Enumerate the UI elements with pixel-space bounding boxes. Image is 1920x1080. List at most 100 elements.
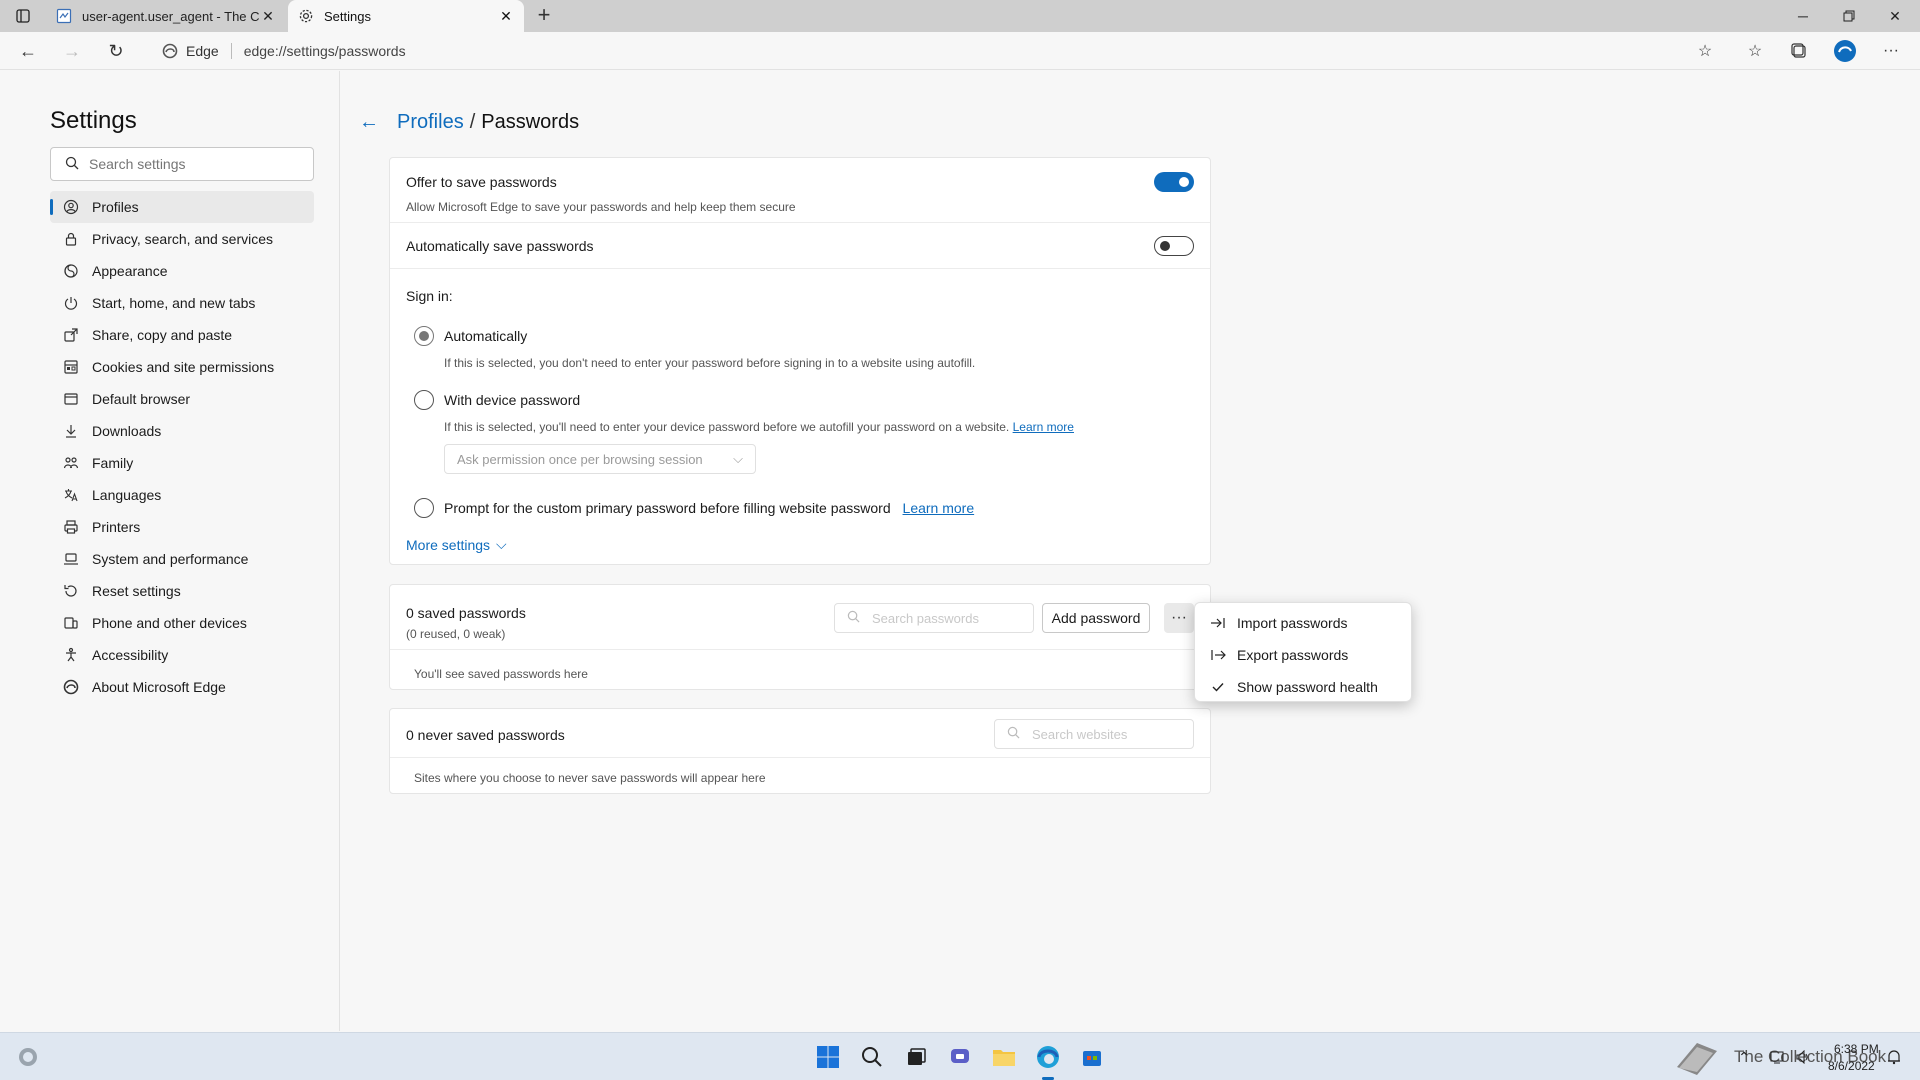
back-arrow-icon[interactable]: ← (359, 111, 379, 134)
more-actions-button[interactable]: ··· (1164, 603, 1194, 633)
network-icon[interactable] (1764, 1043, 1792, 1071)
import-icon (1207, 617, 1229, 629)
sidebar-item-downloads[interactable]: Downloads (50, 415, 314, 447)
search-websites-box[interactable]: Search websites (994, 719, 1194, 749)
radio-automatically-desc: If this is selected, you don't need to e… (444, 356, 976, 370)
sidebar-item-label: Default browser (92, 391, 191, 407)
download-icon (62, 422, 80, 440)
minimize-icon[interactable]: ─ (1780, 0, 1826, 32)
add-password-button[interactable]: Add password (1042, 603, 1150, 633)
task-view-icon[interactable] (902, 1043, 930, 1071)
sidebar-item-phone[interactable]: Phone and other devices (50, 607, 314, 639)
window-close-icon[interactable]: ✕ (1872, 0, 1918, 32)
offer-save-desc: Allow Microsoft Edge to save your passwo… (406, 200, 796, 214)
export-icon (1207, 649, 1229, 661)
menu-item-label: Export passwords (1237, 647, 1349, 663)
never-saved-title: 0 never saved passwords (406, 727, 565, 743)
sidebar-item-languages[interactable]: Languages (50, 479, 314, 511)
url-text[interactable]: edge://settings/passwords (244, 43, 406, 59)
sidebar-item-profiles[interactable]: Profiles (50, 191, 314, 223)
gear-icon (298, 8, 314, 24)
menu-export-passwords[interactable]: Export passwords (1195, 639, 1411, 671)
sidebar-item-label: Reset settings (92, 583, 181, 599)
tab-actions-button[interactable] (10, 6, 36, 26)
more-options-icon[interactable]: ··· (1876, 38, 1906, 64)
radio-custom-primary-label: Prompt for the custom primary password b… (444, 500, 974, 516)
profile-avatar-icon[interactable] (1830, 38, 1860, 64)
clock-time[interactable]: 6:38 PM (1834, 1042, 1879, 1056)
search-passwords-placeholder: Search passwords (872, 610, 979, 626)
appearance-icon (62, 262, 80, 280)
sign-in-label: Sign in: (406, 288, 453, 304)
more-settings-button[interactable]: More settings ⌵ (406, 536, 507, 553)
restore-icon[interactable] (1826, 0, 1872, 32)
back-icon[interactable]: ← (14, 38, 42, 64)
clock-date[interactable]: 8/6/2022 (1828, 1059, 1875, 1073)
sidebar-item-start-home[interactable]: Start, home, and new tabs (50, 287, 314, 319)
favorites-icon[interactable]: ☆ (1740, 38, 1770, 64)
divider (390, 757, 1210, 758)
volume-icon[interactable] (1790, 1043, 1818, 1071)
search-settings-box[interactable] (50, 147, 314, 181)
widgets-icon[interactable] (14, 1043, 42, 1071)
address-separator (230, 43, 232, 59)
collections-icon[interactable] (1784, 38, 1814, 64)
new-tab-button[interactable]: + (532, 4, 556, 28)
sidebar-item-system[interactable]: System and performance (50, 543, 314, 575)
store-icon[interactable] (1078, 1043, 1106, 1071)
sidebar-item-printers[interactable]: Printers (50, 511, 314, 543)
learn-more-link[interactable]: Learn more (1013, 420, 1074, 434)
sidebar-item-share[interactable]: Share, copy and paste (50, 319, 314, 351)
breadcrumb-profiles-link[interactable]: Profiles (397, 111, 464, 134)
search-passwords-box[interactable]: Search passwords (834, 603, 1034, 633)
profile-icon (62, 198, 80, 216)
radio-device-password-desc: If this is selected, you'll need to ente… (444, 420, 1074, 434)
sidebar-item-label: Share, copy and paste (92, 327, 233, 343)
sidebar-item-accessibility[interactable]: Accessibility (50, 639, 314, 671)
chevron-up-icon[interactable]: ⌃ (1730, 1043, 1758, 1071)
sidebar-item-label: Profiles (92, 199, 139, 215)
radio-custom-primary[interactable] (414, 498, 434, 518)
edge-taskbar-icon[interactable] (1034, 1043, 1062, 1071)
sidebar-item-about[interactable]: About Microsoft Edge (50, 671, 314, 703)
tab-user-agent[interactable]: user-agent.user_agent - The Coll ✕ (46, 0, 286, 32)
divider (390, 222, 1210, 223)
sidebar-item-family[interactable]: Family (50, 447, 314, 479)
refresh-icon[interactable]: ↻ (102, 38, 130, 64)
menu-import-passwords[interactable]: Import passwords (1195, 607, 1411, 639)
sidebar-item-appearance[interactable]: Appearance (50, 255, 314, 287)
menu-show-password-health[interactable]: Show password health (1195, 671, 1411, 703)
device-permission-value: Ask permission once per browsing session (457, 451, 703, 467)
add-favorite-icon[interactable]: ☆ (1690, 38, 1720, 64)
share-icon (62, 326, 80, 344)
saved-passwords-title: 0 saved passwords (406, 605, 526, 621)
sidebar-item-privacy[interactable]: Privacy, search, and services (50, 223, 314, 255)
auto-save-toggle[interactable] (1154, 236, 1194, 256)
forward-icon[interactable]: → (58, 38, 86, 64)
tab-settings[interactable]: Settings ✕ (288, 0, 524, 32)
radio-device-password[interactable] (414, 390, 434, 410)
sidebar-item-reset[interactable]: Reset settings (50, 575, 314, 607)
tab-actions-icon (16, 9, 30, 23)
start-icon[interactable] (814, 1043, 842, 1071)
close-icon[interactable]: ✕ (498, 8, 514, 25)
search-settings-input[interactable] (89, 156, 289, 172)
password-settings-card: Offer to save passwords Allow Microsoft … (389, 157, 1211, 565)
notification-bell-icon[interactable] (1880, 1043, 1908, 1071)
search-icon[interactable] (858, 1043, 886, 1071)
edge-brand: Edge (162, 43, 219, 59)
learn-more-link[interactable]: Learn more (903, 500, 975, 516)
close-icon[interactable]: ✕ (260, 8, 276, 25)
sidebar-item-label: Languages (92, 487, 162, 503)
sidebar-item-cookies[interactable]: Cookies and site permissions (50, 351, 314, 383)
file-explorer-icon[interactable] (990, 1043, 1018, 1071)
address-bar[interactable]: Edge edge://settings/passwords (152, 36, 1706, 66)
sidebar-item-label: Cookies and site permissions (92, 359, 275, 375)
sidebar-item-label: System and performance (92, 551, 249, 567)
radio-automatically[interactable] (414, 326, 434, 346)
menu-item-label: Import passwords (1237, 615, 1348, 631)
language-icon (62, 486, 80, 504)
sidebar-item-default-browser[interactable]: Default browser (50, 383, 314, 415)
chat-icon[interactable] (946, 1043, 974, 1071)
offer-save-toggle[interactable] (1154, 172, 1194, 192)
